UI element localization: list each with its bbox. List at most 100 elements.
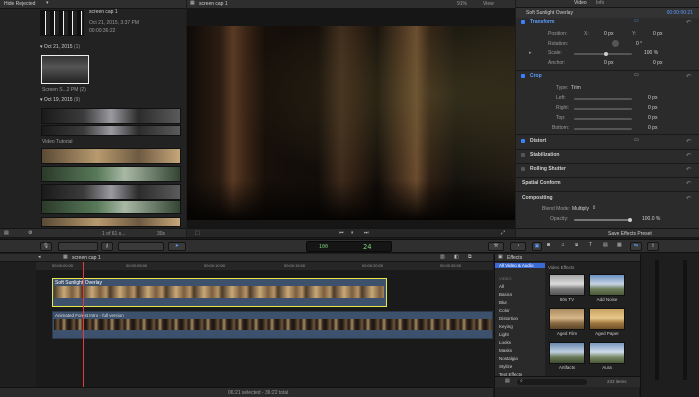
zoom-level[interactable]: 91% xyxy=(457,1,467,7)
y-value[interactable]: 0 px xyxy=(653,31,662,37)
reset-icon[interactable]: ↶ xyxy=(686,152,691,159)
retime-button[interactable]: ◔ xyxy=(510,242,526,251)
rotation-dial[interactable] xyxy=(612,40,619,47)
category-item[interactable]: Basics xyxy=(499,292,512,297)
anchor-x-value[interactable]: 0 px xyxy=(604,60,613,66)
category-item[interactable]: Color xyxy=(499,308,510,313)
clip-thumbnail[interactable] xyxy=(40,10,84,36)
record-voiceover-button[interactable]: 🎙 xyxy=(40,242,52,251)
left-value[interactable]: 0 px xyxy=(648,95,657,101)
reset-icon[interactable]: ↶ xyxy=(686,73,691,80)
enhancements-button[interactable]: ⚒ xyxy=(488,242,504,251)
transform-crop-icon[interactable]: ⬚ xyxy=(195,231,200,236)
checkbox-icon[interactable] xyxy=(521,139,525,143)
tab-info[interactable]: Info xyxy=(596,0,604,6)
library-icon[interactable]: ▤ xyxy=(4,231,9,236)
pause-icon[interactable]: ⏸ xyxy=(351,231,354,236)
anchor-y-value[interactable]: 0 px xyxy=(653,60,662,66)
reset-icon[interactable]: ↶ xyxy=(686,138,691,145)
gear-icon[interactable]: ⚙ xyxy=(28,231,32,236)
right-value[interactable]: 0 px xyxy=(648,105,657,111)
blend-mode-value[interactable]: Multiply xyxy=(572,206,589,212)
tab-video[interactable]: Video xyxy=(574,0,587,6)
group-header[interactable]: ▾ Oct 21, 2015 (1) xyxy=(40,44,80,50)
generators-icon[interactable]: ▤ xyxy=(603,243,608,248)
audio-skimming-icon[interactable]: ◧ xyxy=(454,255,459,260)
chevron-updown-icon[interactable]: ⇕ xyxy=(592,206,596,211)
top-value[interactable]: 0 px xyxy=(648,115,657,121)
clip-filmstrip[interactable] xyxy=(41,125,181,136)
spatial-conform-section[interactable]: Spatial Conform ↶ xyxy=(516,178,699,190)
category-item[interactable]: Stylize xyxy=(499,364,512,369)
clip-filmstrip[interactable] xyxy=(41,184,181,200)
reset-icon[interactable]: ↶ xyxy=(686,195,691,202)
effect-add-noise[interactable]: Add Noise xyxy=(589,274,625,302)
sidebar-toggle-icon[interactable]: ▤ xyxy=(505,379,510,384)
timeline-ruler[interactable]: 00:00:00:00 00:00:05:00 00:00:10:00 00:0… xyxy=(36,262,493,270)
top-slider[interactable] xyxy=(574,118,632,120)
play-reverse-icon[interactable]: ⏮ xyxy=(339,231,344,236)
checkbox-icon[interactable] xyxy=(521,153,525,157)
reset-icon[interactable]: ↶ xyxy=(686,180,691,187)
clip-filmstrip[interactable] xyxy=(41,148,181,164)
transitions-icon[interactable]: ⧈ xyxy=(575,243,578,248)
select-tool-button[interactable]: ➤ xyxy=(168,242,186,251)
music-icon[interactable]: ♫ xyxy=(561,243,565,248)
checkbox-icon[interactable] xyxy=(521,20,525,24)
type-value[interactable]: Trim xyxy=(571,85,581,91)
snapping-icon[interactable]: ⧉ xyxy=(468,255,472,260)
titles-icon[interactable]: T xyxy=(589,243,592,248)
checkbox-icon[interactable] xyxy=(521,167,525,171)
inspector-toggle-button[interactable]: ⇆ xyxy=(630,242,642,251)
category-item[interactable]: Keying xyxy=(499,324,513,329)
play-forward-icon[interactable]: ⏭ xyxy=(364,231,369,236)
category-item[interactable]: Nostalgia xyxy=(499,356,518,361)
onscreen-control-icon[interactable]: ▭ xyxy=(634,138,639,143)
photo-browser-icon[interactable]: ◙ xyxy=(547,243,550,248)
effects-browser-button[interactable]: ▣ xyxy=(532,242,542,251)
scale-slider[interactable] xyxy=(574,52,632,56)
filter-dropdown[interactable]: Hide Rejected xyxy=(4,1,35,7)
effect-50s-tv[interactable]: 50s TV xyxy=(549,274,585,302)
primary-clip[interactable]: Animated Forest Intro - full version xyxy=(52,311,493,339)
onscreen-control-icon[interactable]: ▭ xyxy=(634,73,639,78)
import-button[interactable] xyxy=(58,242,98,251)
category-item[interactable]: Distortion xyxy=(499,316,518,321)
distort-section[interactable]: Distort ▭ ↶ xyxy=(516,136,699,148)
rotation-value[interactable]: 0 ° xyxy=(636,41,642,47)
view-menu[interactable]: View xyxy=(483,1,494,7)
bottom-value[interactable]: 0 px xyxy=(648,125,657,131)
playhead-line[interactable] xyxy=(83,262,84,386)
clip-filmstrip[interactable] xyxy=(41,200,181,214)
category-item[interactable]: Light xyxy=(499,332,509,337)
reset-icon[interactable]: ↶ xyxy=(686,166,691,173)
opacity-value[interactable]: 100.0 % xyxy=(642,216,660,222)
clip-thumbnail[interactable] xyxy=(41,55,89,84)
opacity-slider[interactable] xyxy=(574,218,632,222)
category-item[interactable]: Masks xyxy=(499,348,512,353)
category-item[interactable]: All xyxy=(499,284,504,289)
share-button[interactable]: ⇪ xyxy=(647,242,659,251)
category-all-video-audio[interactable]: All Video & Audio xyxy=(495,263,545,268)
left-slider[interactable] xyxy=(574,98,632,100)
fullscreen-icon[interactable]: ⤢ xyxy=(501,231,505,236)
save-effects-preset-button[interactable]: Save Effects Preset xyxy=(608,231,652,237)
clip-zoom-duration[interactable]: 30s xyxy=(157,231,165,237)
connected-clip-overlay[interactable]: Soft Sunlight Overlay xyxy=(52,278,387,307)
effects-search-field[interactable]: ⌕ xyxy=(517,379,587,385)
edit-buttons-group[interactable] xyxy=(118,242,164,251)
effect-artifacts[interactable]: Artifacts xyxy=(549,342,585,370)
scale-value[interactable]: 100 % xyxy=(644,50,658,56)
stabilization-section[interactable]: Stabilization ↶ xyxy=(516,150,699,162)
onscreen-control-icon[interactable]: ▭ xyxy=(634,19,639,24)
x-value[interactable]: 0 px xyxy=(604,31,613,37)
effect-aged-film[interactable]: Aged Film xyxy=(549,308,585,336)
rolling-shutter-section[interactable]: Rolling Shutter ↶ xyxy=(516,164,699,176)
back-arrow-icon[interactable]: ◂ xyxy=(38,255,41,260)
clip-appearance-icon[interactable]: ▥ xyxy=(440,255,445,260)
checkbox-icon[interactable] xyxy=(521,74,525,78)
bottom-slider[interactable] xyxy=(574,128,632,130)
category-item[interactable]: Looks xyxy=(499,340,511,345)
clip-filmstrip[interactable] xyxy=(41,166,181,182)
group-header[interactable]: ▾ Oct 19, 2015 (9) xyxy=(40,97,80,103)
